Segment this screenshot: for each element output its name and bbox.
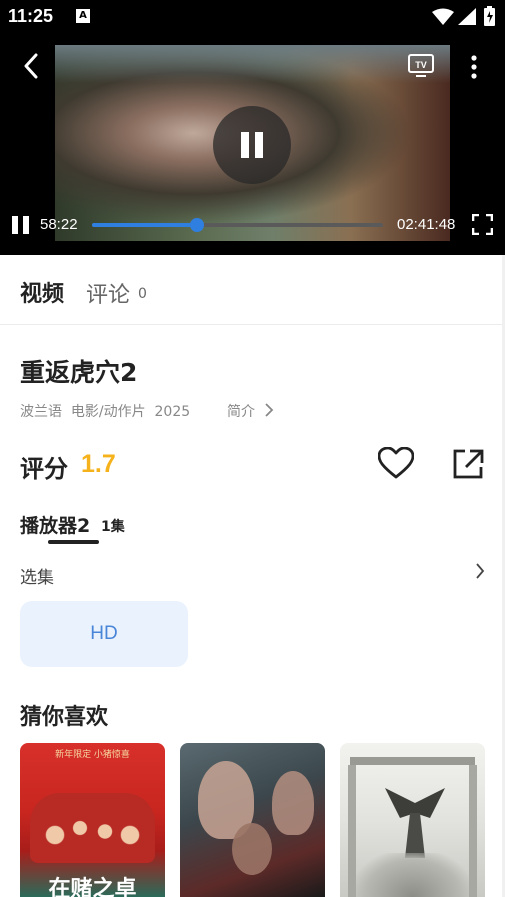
video-player[interactable]: TV 58:22 02:41:48 xyxy=(0,33,505,255)
current-time: 58:22 xyxy=(40,216,78,233)
pause-icon xyxy=(241,132,249,158)
movie-title: 重返虎穴2 xyxy=(20,358,138,387)
poster-angel-art xyxy=(385,788,445,858)
fullscreen-icon[interactable] xyxy=(472,214,493,235)
recommendation-poster-3[interactable] xyxy=(340,743,485,897)
video-frame-shade xyxy=(55,45,450,83)
tab-comments[interactable]: 评论 xyxy=(86,277,130,309)
comments-count: 0 xyxy=(138,286,147,302)
rating-label: 评分 xyxy=(20,455,68,483)
recommendations-heading: 猜你喜欢 xyxy=(20,705,109,730)
poster-figures xyxy=(30,793,155,863)
cast-label: TV xyxy=(415,60,427,70)
seek-bar-thumb[interactable] xyxy=(189,218,204,232)
recommendation-poster-1[interactable]: 新年限定 小猪惊喜 在赌之卓 xyxy=(20,743,165,897)
player-source-tab[interactable]: 播放器2 xyxy=(20,511,90,538)
episodes-label: 选集 xyxy=(20,568,54,588)
notification-icon: A xyxy=(76,9,90,23)
poster-title-art: 在赌之卓 xyxy=(48,876,137,897)
cell-signal-icon xyxy=(458,8,476,25)
episodes-chevron-icon[interactable] xyxy=(475,563,485,579)
intro-link[interactable]: 简介 xyxy=(227,401,255,421)
player-source-indicator xyxy=(48,540,99,544)
poster-caption: 新年限定 小猪惊喜 xyxy=(55,750,130,760)
episode-chip[interactable]: HD xyxy=(20,601,188,667)
total-time: 02:41:48 xyxy=(397,216,456,233)
recommendation-poster-2[interactable] xyxy=(180,743,325,897)
favorite-heart-icon[interactable] xyxy=(378,447,414,480)
movie-meta: 波兰语 电影/动作片 2025 xyxy=(20,404,191,420)
tab-video[interactable]: 视频 xyxy=(20,276,64,308)
back-arrow-icon[interactable] xyxy=(22,53,40,79)
share-external-icon[interactable] xyxy=(453,449,484,479)
status-bar: 11:25 A xyxy=(0,0,505,33)
cast-tv-icon[interactable]: TV xyxy=(408,53,434,79)
tabs-divider xyxy=(0,324,505,325)
wifi-icon xyxy=(432,8,454,25)
chevron-right-icon[interactable] xyxy=(264,403,274,417)
status-time: 11:25 xyxy=(8,6,54,26)
more-vert-icon[interactable] xyxy=(468,54,480,80)
pause-toggle-icon[interactable] xyxy=(12,216,30,234)
episode-count: 1集 xyxy=(101,519,125,535)
seek-bar-progress xyxy=(92,223,197,227)
rating-value: 1.7 xyxy=(81,450,116,478)
center-pause-button[interactable] xyxy=(213,106,291,184)
battery-icon xyxy=(484,6,495,26)
